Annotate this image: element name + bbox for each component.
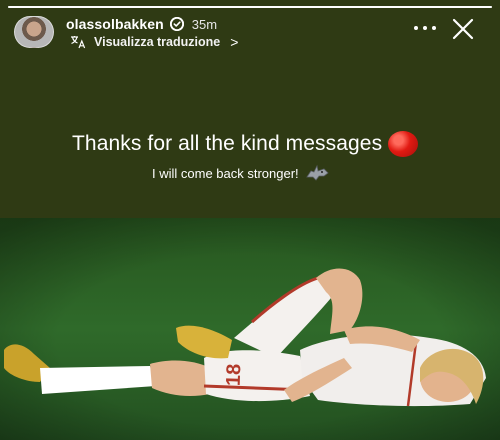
red-circle-emoji-icon	[388, 131, 419, 157]
caption-sub: I will come back stronger!	[152, 163, 329, 183]
more-options-button[interactable]	[414, 20, 436, 36]
caption-main-text: Thanks for all the kind messages	[72, 132, 383, 155]
translation-label: Visualizza traduzione	[94, 35, 221, 49]
story-progress-bar	[8, 6, 492, 8]
caption-main: Thanks for all the kind messages	[72, 130, 419, 158]
story-viewer[interactable]: olassolbakken 35m Visualizza traduzione …	[0, 0, 500, 440]
story-photo: 18	[0, 218, 500, 440]
caption-sub-text: I will come back stronger!	[152, 165, 299, 181]
see-translation-button[interactable]: Visualizza traduzione >	[70, 34, 238, 50]
user-line: olassolbakken 35m	[66, 16, 217, 32]
username[interactable]: olassolbakken	[66, 16, 164, 32]
chevron-right-icon: >	[230, 34, 239, 50]
story-text-panel: olassolbakken 35m Visualizza traduzione …	[0, 0, 500, 218]
post-time: 35m	[191, 16, 218, 32]
wolf-emoji-icon	[305, 164, 329, 182]
story-progress-fill	[8, 6, 492, 8]
more-dot-icon	[432, 26, 436, 30]
more-dot-icon	[414, 26, 418, 30]
story-header: olassolbakken 35m Visualizza traduzione …	[14, 14, 488, 50]
more-dot-icon	[423, 26, 427, 30]
verified-badge-icon	[169, 17, 184, 31]
avatar[interactable]	[14, 16, 54, 48]
close-button[interactable]	[452, 18, 474, 40]
translate-icon	[70, 35, 86, 49]
jersey-number: 18	[223, 363, 246, 386]
close-icon	[452, 18, 474, 40]
